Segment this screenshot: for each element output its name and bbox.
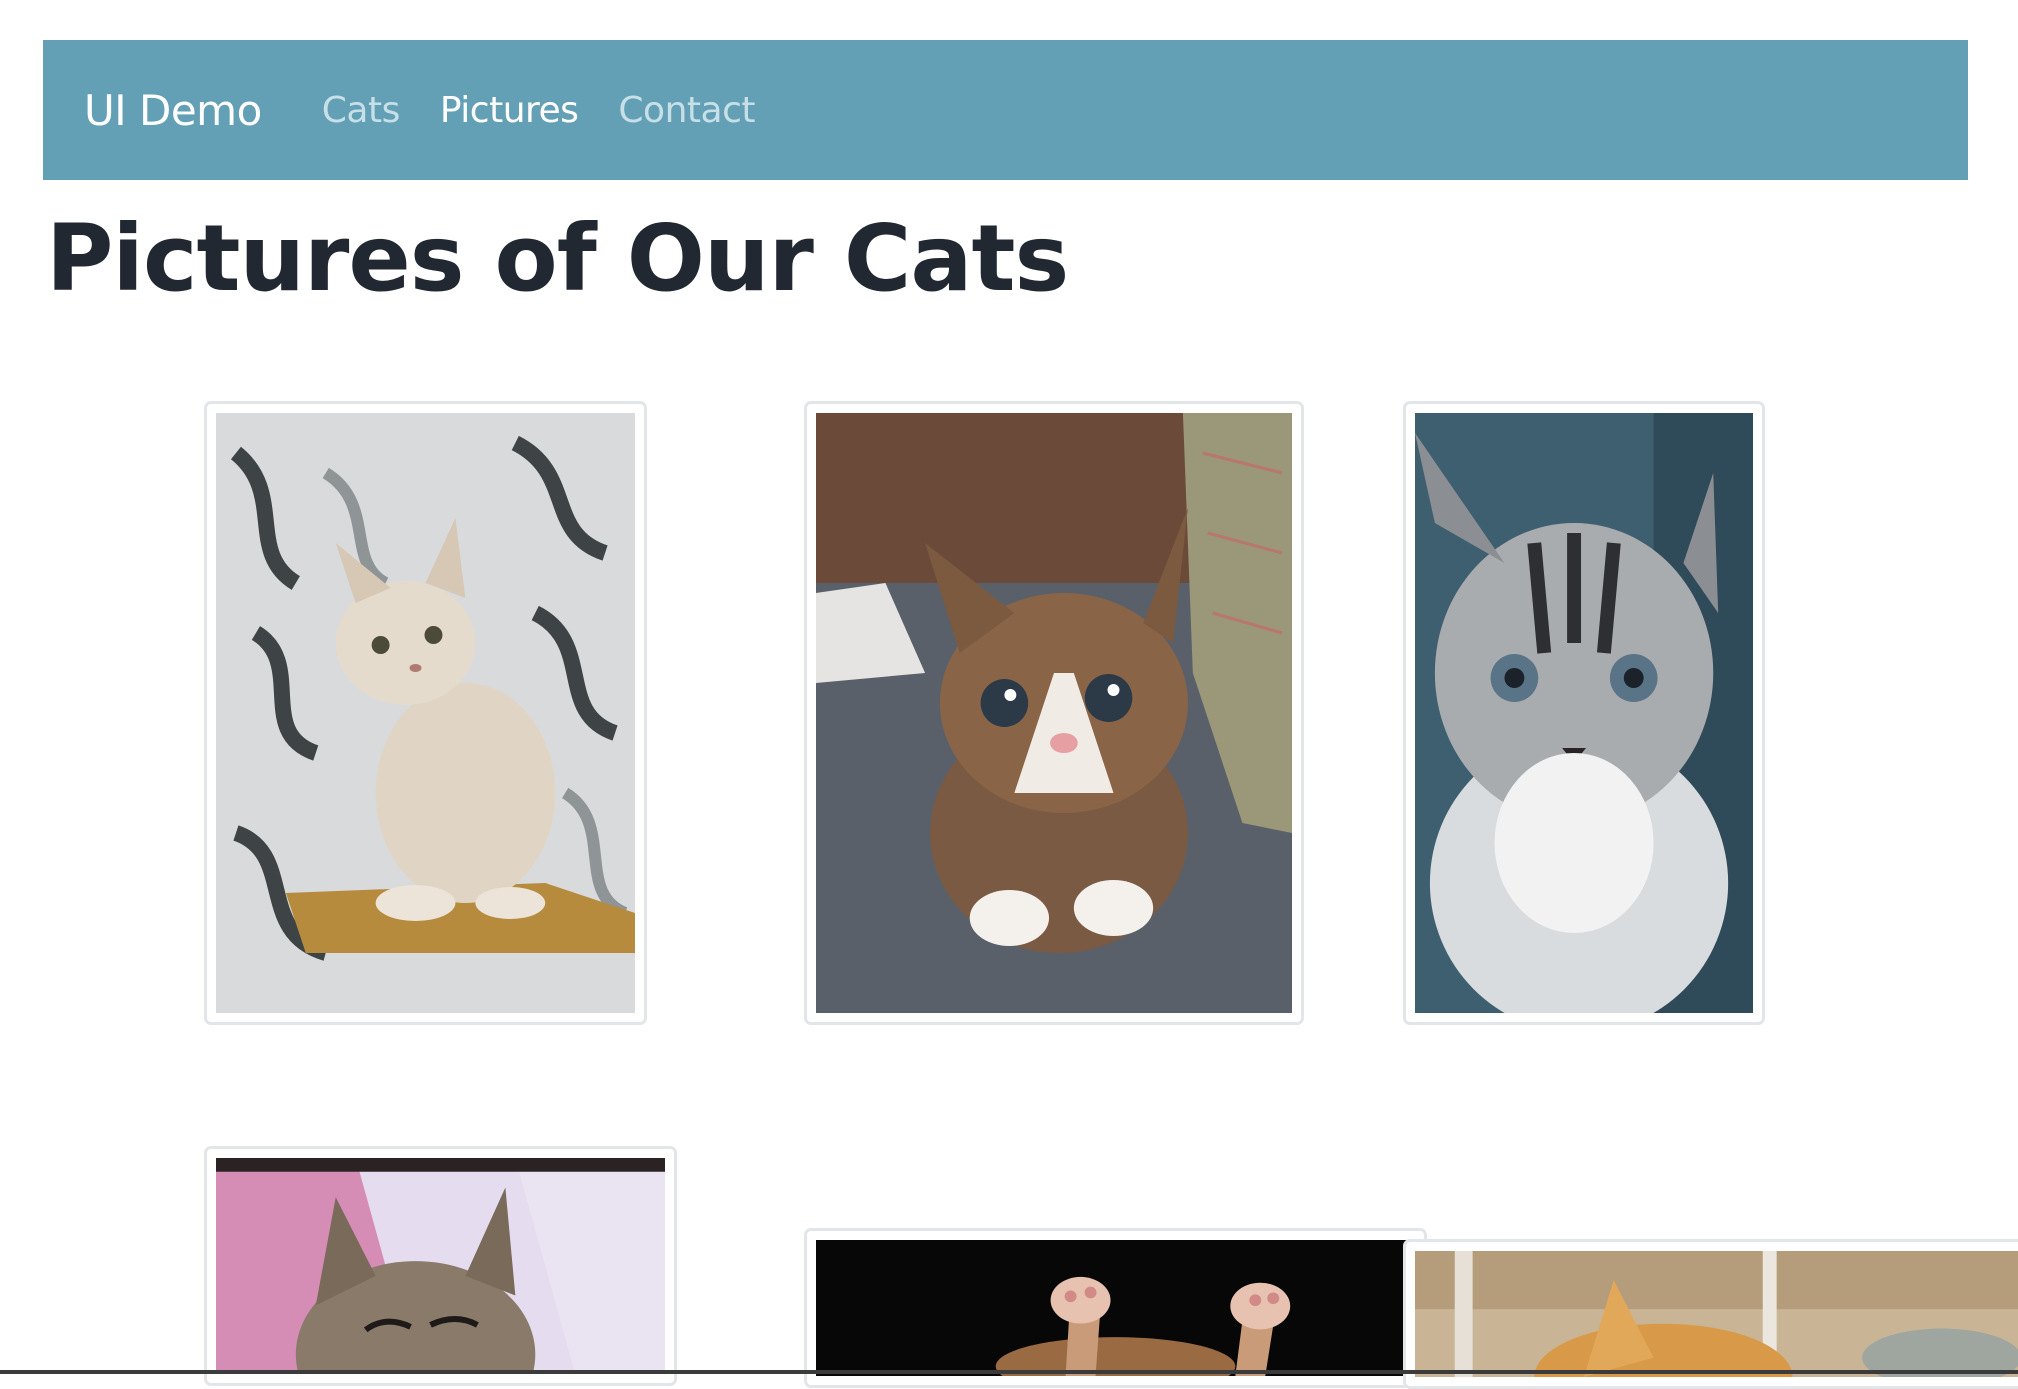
brand-link[interactable]: UI Demo: [84, 86, 262, 135]
page-title: Pictures of Our Cats: [46, 205, 1069, 312]
cat-photo: [816, 413, 1292, 1013]
gallery-thumbnail[interactable]: [1403, 1239, 2018, 1389]
gallery-thumbnail[interactable]: [204, 1146, 677, 1386]
gallery-thumbnail[interactable]: [1403, 401, 1765, 1025]
nav-link-contact[interactable]: Contact: [618, 90, 755, 131]
gallery-thumbnail[interactable]: [804, 1228, 1427, 1388]
gallery-thumbnail[interactable]: [804, 401, 1304, 1025]
gallery-thumbnail[interactable]: [204, 401, 647, 1025]
cat-photo: [816, 1240, 1415, 1376]
nav-link-pictures[interactable]: Pictures: [440, 90, 579, 131]
cat-photo: [216, 1158, 665, 1374]
top-navbar: UI Demo Cats Pictures Contact: [43, 40, 1968, 180]
cat-photo: [1415, 413, 1753, 1013]
window-bottom-edge: [0, 1370, 2018, 1374]
nav-link-cats[interactable]: Cats: [322, 90, 401, 131]
cat-photo: [1415, 1251, 2018, 1377]
cat-photo: [216, 413, 635, 1013]
